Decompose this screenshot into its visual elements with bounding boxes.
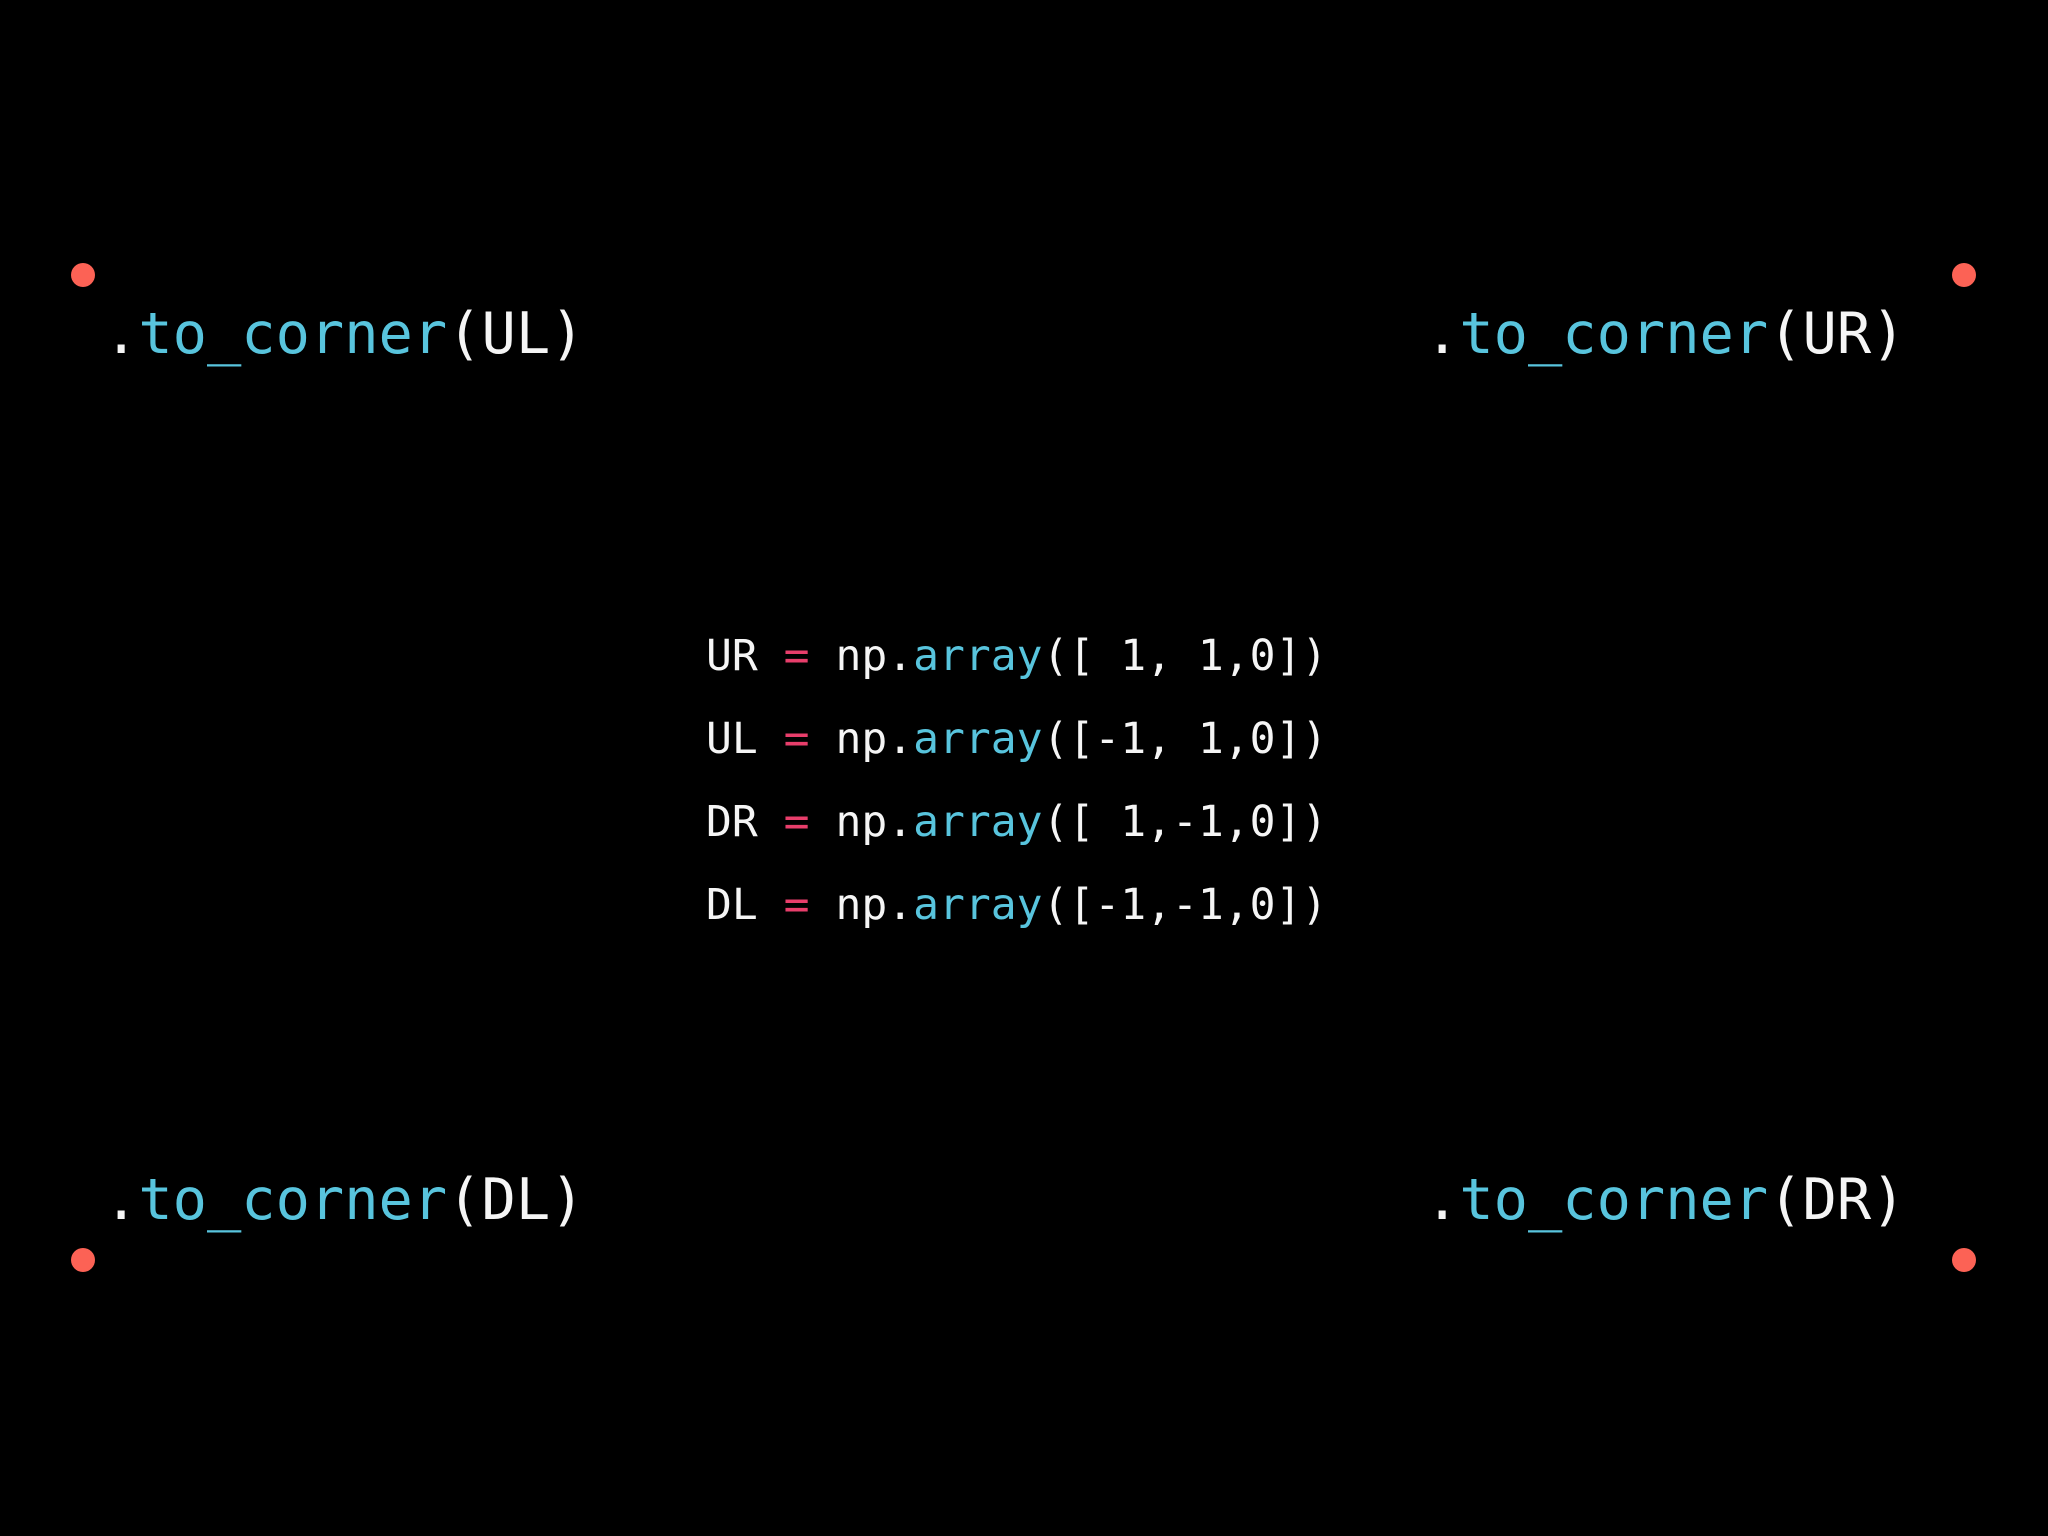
code-function: array [913, 797, 1043, 847]
code-operator: = [783, 880, 810, 930]
label-dot: . [104, 1167, 139, 1233]
label-close-paren: ) [1871, 1167, 1906, 1233]
label-dot: . [104, 301, 139, 367]
code-operator: = [783, 631, 810, 681]
label-open-paren: ( [447, 1167, 482, 1233]
code-args: ([ 1,-1,0]) [1042, 797, 1328, 847]
code-args: ([-1, 1,0]) [1042, 714, 1328, 764]
code-operator: = [783, 797, 810, 847]
corner-label-dr: .to_corner(DR) [1425, 1172, 1905, 1229]
label-method: to_corner [1459, 1167, 1769, 1233]
code-line-dl: DL = np.array([-1,-1,0]) [706, 864, 1327, 947]
code-module: np. [835, 631, 914, 681]
code-args: ([ 1, 1,0]) [1042, 631, 1328, 681]
code-module: np. [835, 714, 914, 764]
label-arg: UR [1802, 301, 1872, 367]
corner-label-dl: .to_corner(DL) [104, 1172, 584, 1229]
label-open-paren: ( [447, 301, 482, 367]
label-open-paren: ( [1768, 301, 1803, 367]
code-block: UR = np.array([ 1, 1,0]) UL = np.array([… [706, 615, 1327, 947]
code-module: np. [835, 797, 914, 847]
code-line-ul: UL = np.array([-1, 1,0]) [706, 698, 1327, 781]
label-arg: DR [1802, 1167, 1872, 1233]
code-var-name: DL [706, 880, 758, 930]
code-function: array [913, 880, 1043, 930]
code-module: np. [835, 880, 914, 930]
corner-dot-dr [1952, 1248, 1976, 1272]
corner-dot-dl [71, 1248, 95, 1272]
label-arg: DL [481, 1167, 551, 1233]
label-method: to_corner [138, 301, 448, 367]
corner-label-ul: .to_corner(UL) [104, 306, 584, 363]
corner-label-ur: .to_corner(UR) [1425, 306, 1905, 363]
label-close-paren: ) [1871, 301, 1906, 367]
label-arg: UL [481, 301, 551, 367]
code-line-ur: UR = np.array([ 1, 1,0]) [706, 615, 1327, 698]
code-function: array [913, 631, 1043, 681]
label-close-paren: ) [550, 1167, 585, 1233]
corner-dot-ul [71, 263, 95, 287]
code-function: array [913, 714, 1043, 764]
code-line-dr: DR = np.array([ 1,-1,0]) [706, 781, 1327, 864]
label-dot: . [1425, 301, 1460, 367]
label-method: to_corner [1459, 301, 1769, 367]
code-var-name: UL [706, 714, 758, 764]
label-open-paren: ( [1768, 1167, 1803, 1233]
corner-dot-ur [1952, 263, 1976, 287]
code-var-name: UR [706, 631, 758, 681]
code-args: ([-1,-1,0]) [1042, 880, 1328, 930]
code-operator: = [783, 714, 810, 764]
label-close-paren: ) [550, 301, 585, 367]
code-var-name: DR [706, 797, 758, 847]
label-dot: . [1425, 1167, 1460, 1233]
label-method: to_corner [138, 1167, 448, 1233]
